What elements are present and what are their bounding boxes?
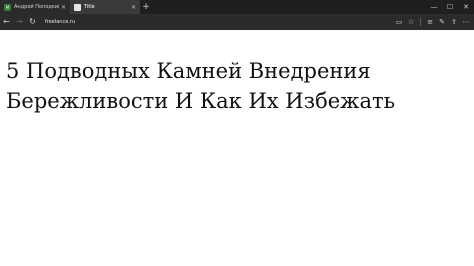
refresh-icon[interactable]: ↻ — [26, 14, 39, 30]
share-icon[interactable]: ⇪ — [448, 14, 460, 30]
favorite-star-icon[interactable]: ☆ — [405, 14, 417, 30]
tab-label: Title — [84, 4, 95, 10]
maximize-icon[interactable]: ☐ — [442, 0, 458, 14]
tab-close-icon[interactable]: ✕ — [61, 4, 66, 11]
new-tab-icon[interactable]: + — [140, 0, 152, 14]
tab-title[interactable]: Title ✕ — [70, 0, 140, 14]
window-controls: — ☐ ✕ — [426, 0, 474, 14]
title-bar: M Андрей Поподкин — Бирж ✕ Title ✕ + — ☐… — [0, 0, 474, 14]
navigation-bar: ← → ↻ freelance.ru ▭ ☆ ≡ ✎ ⇪ ⋯ — [0, 14, 474, 30]
address-bar[interactable]: freelance.ru — [45, 19, 75, 25]
page-content: 5 Подводных Камней Внедрения Бережливост… — [0, 30, 474, 266]
toolbar-right: ▭ ☆ ≡ ✎ ⇪ ⋯ — [393, 14, 472, 30]
tab-freelance[interactable]: M Андрей Поподкин — Бирж ✕ — [0, 0, 70, 14]
separator — [420, 18, 421, 26]
tab-close-icon[interactable]: ✕ — [131, 4, 136, 11]
minimize-icon[interactable]: — — [426, 0, 442, 14]
page-heading: 5 Подводных Камней Внедрения Бережливост… — [6, 59, 396, 113]
forward-icon[interactable]: → — [13, 14, 26, 30]
close-icon[interactable]: ✕ — [458, 0, 474, 14]
web-note-icon[interactable]: ✎ — [436, 14, 448, 30]
tab-label: Андрей Поподкин — Бирж — [14, 4, 59, 10]
back-icon[interactable]: ← — [0, 14, 13, 30]
page-favicon-icon — [74, 3, 81, 11]
more-icon[interactable]: ⋯ — [460, 14, 472, 30]
reading-view-icon[interactable]: ▭ — [393, 14, 405, 30]
site-favicon-icon: M — [4, 3, 11, 11]
hub-icon[interactable]: ≡ — [424, 14, 436, 30]
